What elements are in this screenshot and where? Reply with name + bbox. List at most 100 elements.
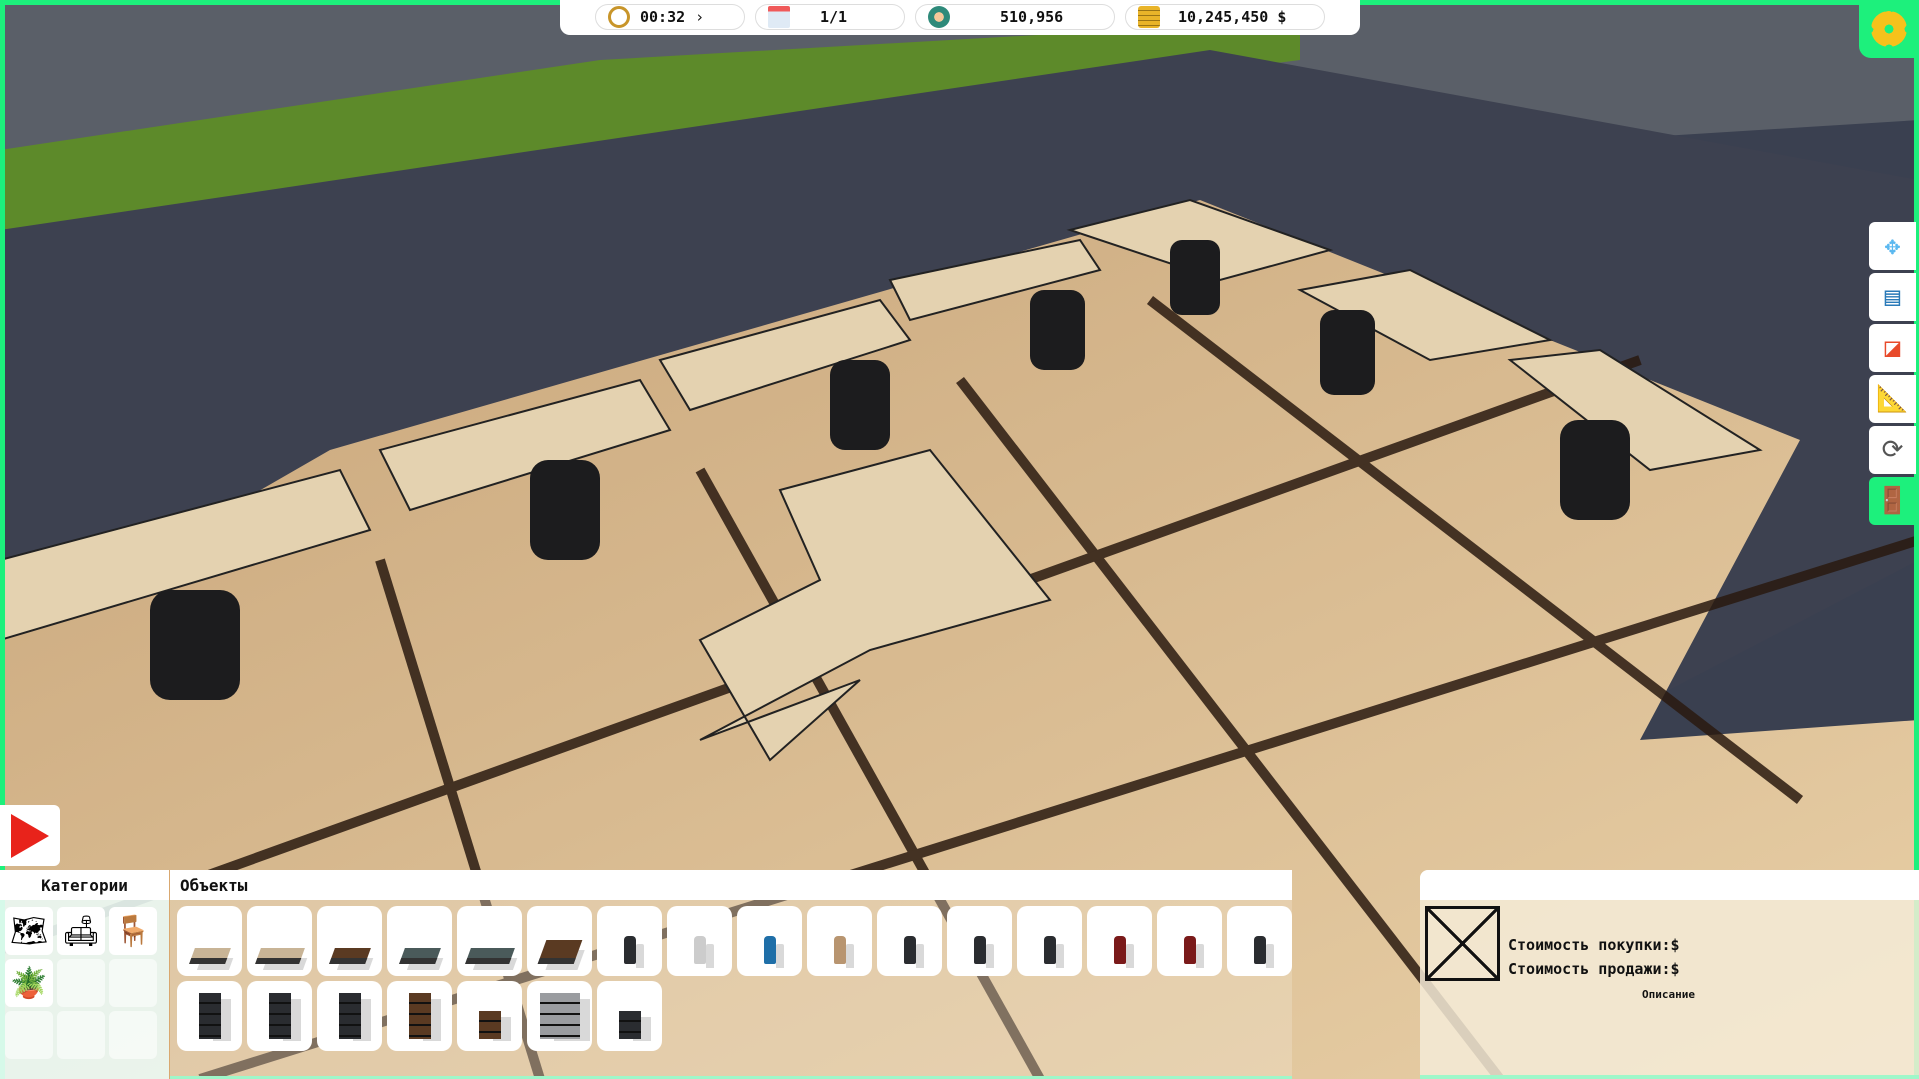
object-item-office-chair-blue[interactable] <box>737 906 802 976</box>
object-item-chair-metal[interactable] <box>597 906 662 976</box>
blueprint-icon: 📐 <box>1876 384 1909 414</box>
play-icon <box>11 813 49 858</box>
object-item-bookcase-small[interactable] <box>457 981 522 1051</box>
object-item-office-chair-black-high[interactable] <box>947 906 1012 976</box>
calendar-icon <box>768 6 790 28</box>
object-item-office-chair-black[interactable] <box>877 906 942 976</box>
categories-title: Категории <box>0 870 169 900</box>
category-floor-plan[interactable]: 🗺 <box>5 907 53 955</box>
date-pill: 1/1 <box>755 4 905 30</box>
corner-desk-light-icon <box>254 948 305 964</box>
sell-price: Стоимость продажи:$ <box>1508 960 1680 978</box>
description-label: Описание <box>1642 988 1695 1001</box>
coins-icon <box>1138 6 1160 28</box>
category-plants[interactable]: 🪴 <box>5 959 53 1007</box>
object-item-side-shelf[interactable] <box>597 981 662 1051</box>
play-button[interactable] <box>0 805 60 866</box>
object-item-cube-shelf-grey[interactable] <box>527 981 592 1051</box>
category-empty <box>5 1011 53 1059</box>
settings-button[interactable] <box>1859 0 1919 58</box>
object-item-bookcase-wood[interactable] <box>387 981 452 1051</box>
object-item-office-chair-beige[interactable] <box>807 906 872 976</box>
object-item-shelf-dark[interactable] <box>177 981 242 1051</box>
object-item-gaming-chair[interactable] <box>1227 906 1292 976</box>
move-icon: ✥ <box>1884 231 1901 261</box>
sofa-icon: 🛋 <box>61 913 101 949</box>
bookcase-wood-icon <box>408 993 431 1039</box>
population-pill: 510,956 <box>915 4 1115 30</box>
object-item-office-chair-red[interactable] <box>1087 906 1152 976</box>
door-exit-icon: 🚪 <box>1876 486 1909 516</box>
category-empty <box>57 1011 105 1059</box>
objects-panel: Объекты <box>170 870 1292 1079</box>
time-value: 00:32 <box>640 8 686 26</box>
category-office[interactable]: 🪑 <box>109 907 157 955</box>
office-chair-blue-icon <box>763 936 776 964</box>
floor-plan-icon: 🗺 <box>9 913 49 949</box>
chair-red-icon <box>1183 936 1196 964</box>
object-item-corner-desk-glass[interactable] <box>457 906 522 976</box>
chair-metal-icon <box>623 936 636 964</box>
chevron-right-icon[interactable]: › <box>695 8 704 26</box>
documents-button[interactable]: ▤ <box>1869 273 1919 321</box>
office-chair-black-high-icon <box>973 936 986 964</box>
worker-icon <box>928 6 950 28</box>
bookcase-small-icon <box>478 1011 501 1039</box>
object-item-shelf-industrial[interactable] <box>247 981 312 1051</box>
office-chair-red-icon <box>1113 936 1126 964</box>
shelf-dark-icon <box>198 993 221 1039</box>
desk-light-icon <box>188 948 231 964</box>
desk-glass-black-icon <box>398 948 441 964</box>
exit-button[interactable]: 🚪 <box>1869 477 1919 525</box>
object-item-reception-desk[interactable] <box>527 906 592 976</box>
object-item-office-chair-black-2[interactable] <box>1017 906 1082 976</box>
object-item-desk-dark-wood[interactable] <box>317 906 382 976</box>
move-tool-button[interactable]: ✥ <box>1869 222 1919 270</box>
info-header <box>1420 870 1919 900</box>
gear-icon <box>1871 11 1907 47</box>
population-value: 510,956 <box>1000 8 1064 26</box>
objects-title: Объекты <box>170 870 1292 900</box>
object-item-chair-red[interactable] <box>1157 906 1222 976</box>
object-item-corner-desk-light[interactable] <box>247 906 312 976</box>
object-info-panel: Стоимость покупки:$ Стоимость продажи:$ … <box>1420 870 1919 1079</box>
gaming-chair-icon <box>1253 936 1266 964</box>
eraser-icon: ◪ <box>1884 333 1901 363</box>
buy-price: Стоимость покупки:$ <box>1508 936 1680 954</box>
clock-icon <box>608 6 630 28</box>
money-pill: 10,245,450 $ <box>1125 4 1325 30</box>
shelf-industrial-icon <box>268 993 291 1039</box>
rotate-floor-button[interactable]: ⟳ <box>1869 426 1919 474</box>
office-chair-black-2-icon <box>1043 936 1056 964</box>
categories-panel: Категории 🗺 🛋 🪑 🪴 <box>0 870 170 1079</box>
category-empty <box>109 1011 157 1059</box>
side-shelf-icon <box>618 1011 641 1039</box>
eraser-button[interactable]: ◪ <box>1869 324 1919 372</box>
office-chair-icon: 🪑 <box>114 913 152 949</box>
blueprint-button[interactable]: 📐 <box>1869 375 1919 423</box>
time-pill[interactable]: 00:32 › <box>595 4 745 30</box>
category-empty <box>109 959 157 1007</box>
desk-dark-wood-icon <box>328 948 371 964</box>
date-value: 1/1 <box>820 8 848 26</box>
category-lounge[interactable]: 🛋 <box>57 907 105 955</box>
reception-desk-icon <box>537 940 582 964</box>
plant-icon: 🪴 <box>10 965 48 1001</box>
cube-shelf-grey-icon <box>539 993 580 1039</box>
money-value: 10,245,450 $ <box>1178 8 1287 26</box>
object-item-shelf-metal[interactable] <box>317 981 382 1051</box>
object-item-office-chair-white[interactable] <box>667 906 732 976</box>
documents-icon: ▤ <box>1884 282 1901 312</box>
hud-bar: 00:32 › 1/1 510,956 10,245,450 $ <box>560 0 1360 35</box>
object-item-desk-glass-black[interactable] <box>387 906 452 976</box>
office-chair-beige-icon <box>833 936 846 964</box>
tool-sidebar: ✥ ▤ ◪ 📐 ⟳ 🚪 <box>1869 222 1919 528</box>
rotate-floor-icon: ⟳ <box>1881 435 1904 465</box>
no-image-placeholder <box>1425 906 1500 981</box>
category-empty <box>57 959 105 1007</box>
corner-desk-glass-icon <box>464 948 515 964</box>
shelf-metal-icon <box>338 993 361 1039</box>
office-chair-black-icon <box>903 936 916 964</box>
office-chair-white-icon <box>693 936 706 964</box>
object-item-desk-light[interactable] <box>177 906 242 976</box>
